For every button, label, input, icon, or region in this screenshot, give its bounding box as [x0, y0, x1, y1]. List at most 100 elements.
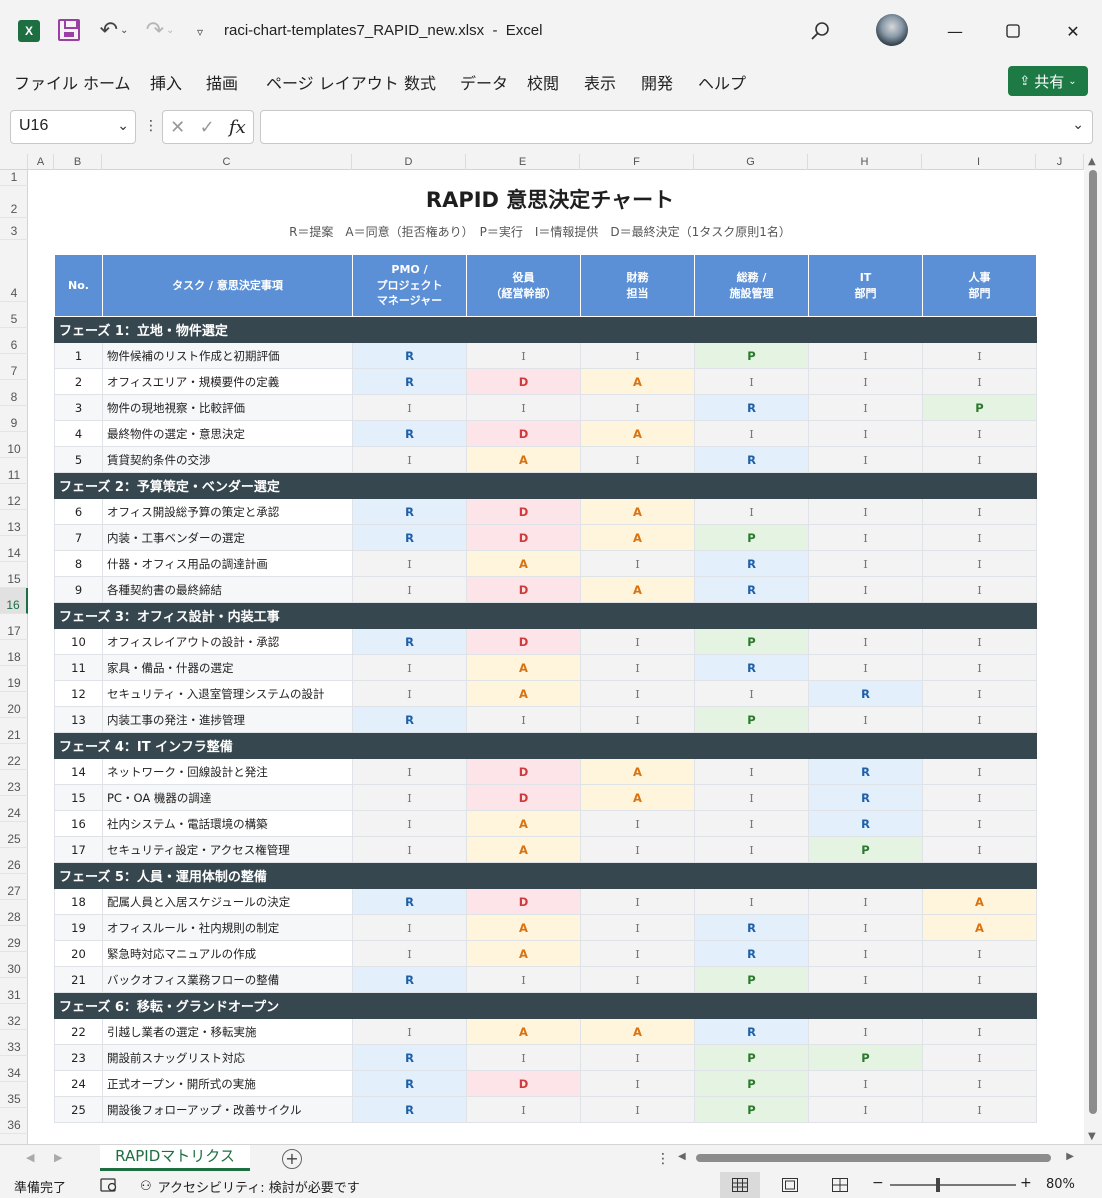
header-general-affairs[interactable]: 総務 / 施設管理 — [694, 254, 809, 317]
role-cell-hr[interactable]: I — [922, 524, 1037, 551]
header-task[interactable]: タスク / 意思決定事項 — [102, 254, 353, 317]
role-cell-pmo[interactable]: I — [352, 680, 467, 707]
role-cell-it[interactable]: I — [808, 420, 923, 447]
normal-view-icon[interactable] — [720, 1172, 760, 1198]
tab-home[interactable]: ホーム — [83, 70, 131, 94]
tab-insert[interactable]: 挿入 — [150, 70, 182, 94]
row-header[interactable]: 14 — [0, 536, 28, 562]
role-cell-executives[interactable]: I — [466, 1044, 581, 1071]
add-sheet-button[interactable]: + — [282, 1149, 302, 1169]
task-name[interactable]: 引越し業者の選定・移転実施 — [102, 1018, 353, 1045]
role-cell-executives[interactable]: A — [466, 446, 581, 473]
role-legend[interactable]: R＝提案 A＝同意（拒否権あり） P＝実行 I＝情報提供 D＝最終決定（1タスク… — [200, 223, 880, 240]
role-cell-hr[interactable]: I — [922, 758, 1037, 785]
role-cell-it[interactable]: I — [808, 1018, 923, 1045]
role-cell-pmo[interactable]: R — [352, 420, 467, 447]
column-header[interactable]: B — [54, 154, 102, 170]
task-name[interactable]: セキュリティ・入退室管理システムの設計 — [102, 680, 353, 707]
row-header[interactable]: 28 — [0, 900, 28, 926]
row-header[interactable]: 32 — [0, 1004, 28, 1030]
role-cell-finance[interactable]: I — [580, 628, 695, 655]
role-cell-general-affairs[interactable]: I — [694, 680, 809, 707]
role-cell-pmo[interactable]: R — [352, 1044, 467, 1071]
role-cell-it[interactable]: I — [808, 342, 923, 369]
task-name[interactable]: PC・OA 機器の調達 — [102, 784, 353, 811]
role-cell-executives[interactable]: D — [466, 888, 581, 915]
column-header[interactable]: D — [352, 154, 466, 170]
task-number[interactable]: 4 — [54, 420, 103, 447]
header-executives[interactable]: 役員 （経営幹部） — [466, 254, 581, 317]
role-cell-general-affairs[interactable]: P — [694, 524, 809, 551]
task-name[interactable]: 正式オープン・開所式の実施 — [102, 1070, 353, 1097]
sheet-title[interactable]: RAPID 意思決定チャート — [300, 184, 800, 214]
role-cell-executives[interactable]: I — [466, 706, 581, 733]
role-cell-general-affairs[interactable]: I — [694, 758, 809, 785]
role-cell-hr[interactable]: I — [922, 966, 1037, 993]
task-name[interactable]: 開設前スナッグリスト対応 — [102, 1044, 353, 1071]
rapid-matrix-table[interactable]: No. タスク / 意思決定事項 PMO / プロジェクト マネージャー 役員 … — [54, 254, 1037, 1123]
zoom-slider[interactable] — [890, 1178, 1016, 1192]
role-cell-finance[interactable]: A — [580, 1018, 695, 1045]
zoom-slider-thumb[interactable] — [936, 1178, 940, 1192]
role-cell-executives[interactable]: A — [466, 940, 581, 967]
role-cell-executives[interactable]: D — [466, 784, 581, 811]
task-name[interactable]: 配属人員と入居スケジュールの決定 — [102, 888, 353, 915]
role-cell-general-affairs[interactable]: R — [694, 394, 809, 421]
row-header[interactable]: 26 — [0, 848, 28, 874]
task-number[interactable]: 10 — [54, 628, 103, 655]
row-header[interactable]: 8 — [0, 380, 28, 406]
role-cell-executives[interactable]: I — [466, 966, 581, 993]
role-cell-hr[interactable]: I — [922, 836, 1037, 863]
role-cell-general-affairs[interactable]: I — [694, 784, 809, 811]
share-button[interactable]: ⇪ 共有 ⌄ — [1008, 66, 1088, 96]
role-cell-general-affairs[interactable]: R — [694, 550, 809, 577]
role-cell-finance[interactable]: A — [580, 420, 695, 447]
role-cell-finance[interactable]: I — [580, 446, 695, 473]
macro-record-icon[interactable] — [100, 1177, 118, 1193]
role-cell-it[interactable]: I — [808, 654, 923, 681]
role-cell-pmo[interactable]: I — [352, 940, 467, 967]
chevron-down-icon[interactable]: ⌄ — [117, 117, 129, 134]
task-number[interactable]: 12 — [54, 680, 103, 707]
role-cell-it[interactable]: I — [808, 1096, 923, 1123]
accessibility-status[interactable]: ⚇ アクセシビリティ: 検討が必要です — [140, 1177, 360, 1196]
save-icon[interactable] — [58, 19, 80, 41]
row-header[interactable]: 2 — [0, 186, 28, 218]
task-number[interactable]: 1 — [54, 342, 103, 369]
role-cell-hr[interactable]: I — [922, 1070, 1037, 1097]
phase-title[interactable]: フェーズ 2：予算策定・ベンダー選定 — [54, 472, 1037, 499]
role-cell-it[interactable]: I — [808, 966, 923, 993]
row-header[interactable]: 24 — [0, 796, 28, 822]
select-all-corner[interactable] — [0, 154, 28, 170]
task-name[interactable]: バックオフィス業務フローの整備 — [102, 966, 353, 993]
role-cell-finance[interactable]: I — [580, 654, 695, 681]
task-name[interactable]: オフィスルール・社内規則の制定 — [102, 914, 353, 941]
row-header[interactable]: 20 — [0, 692, 28, 718]
role-cell-pmo[interactable]: I — [352, 576, 467, 603]
role-cell-finance[interactable]: A — [580, 576, 695, 603]
role-cell-general-affairs[interactable]: P — [694, 1044, 809, 1071]
role-cell-it[interactable]: I — [808, 706, 923, 733]
row-header[interactable]: 9 — [0, 406, 28, 432]
task-name[interactable]: 内装・工事ベンダーの選定 — [102, 524, 353, 551]
tab-review[interactable]: 校閲 — [527, 70, 559, 94]
task-name[interactable]: 内装工事の発注・進捗管理 — [102, 706, 353, 733]
role-cell-hr[interactable]: I — [922, 446, 1037, 473]
role-cell-pmo[interactable]: R — [352, 966, 467, 993]
role-cell-finance[interactable]: I — [580, 914, 695, 941]
name-box[interactable]: U16 ⌄ — [10, 110, 136, 144]
next-sheet-icon[interactable]: ▶ — [54, 1151, 62, 1164]
role-cell-executives[interactable]: D — [466, 420, 581, 447]
role-cell-pmo[interactable]: R — [352, 1070, 467, 1097]
user-avatar[interactable] — [876, 14, 908, 46]
role-cell-it[interactable]: P — [808, 1044, 923, 1071]
row-header[interactable]: 29 — [0, 926, 28, 952]
role-cell-pmo[interactable]: R — [352, 524, 467, 551]
role-cell-hr[interactable]: I — [922, 368, 1037, 395]
role-cell-finance[interactable]: I — [580, 1070, 695, 1097]
role-cell-hr[interactable]: P — [922, 394, 1037, 421]
column-header[interactable]: I — [922, 154, 1036, 170]
row-header[interactable]: 30 — [0, 952, 28, 978]
row-header[interactable]: 34 — [0, 1056, 28, 1082]
vertical-scrollbar[interactable]: ▲ ▼ — [1084, 154, 1102, 1144]
